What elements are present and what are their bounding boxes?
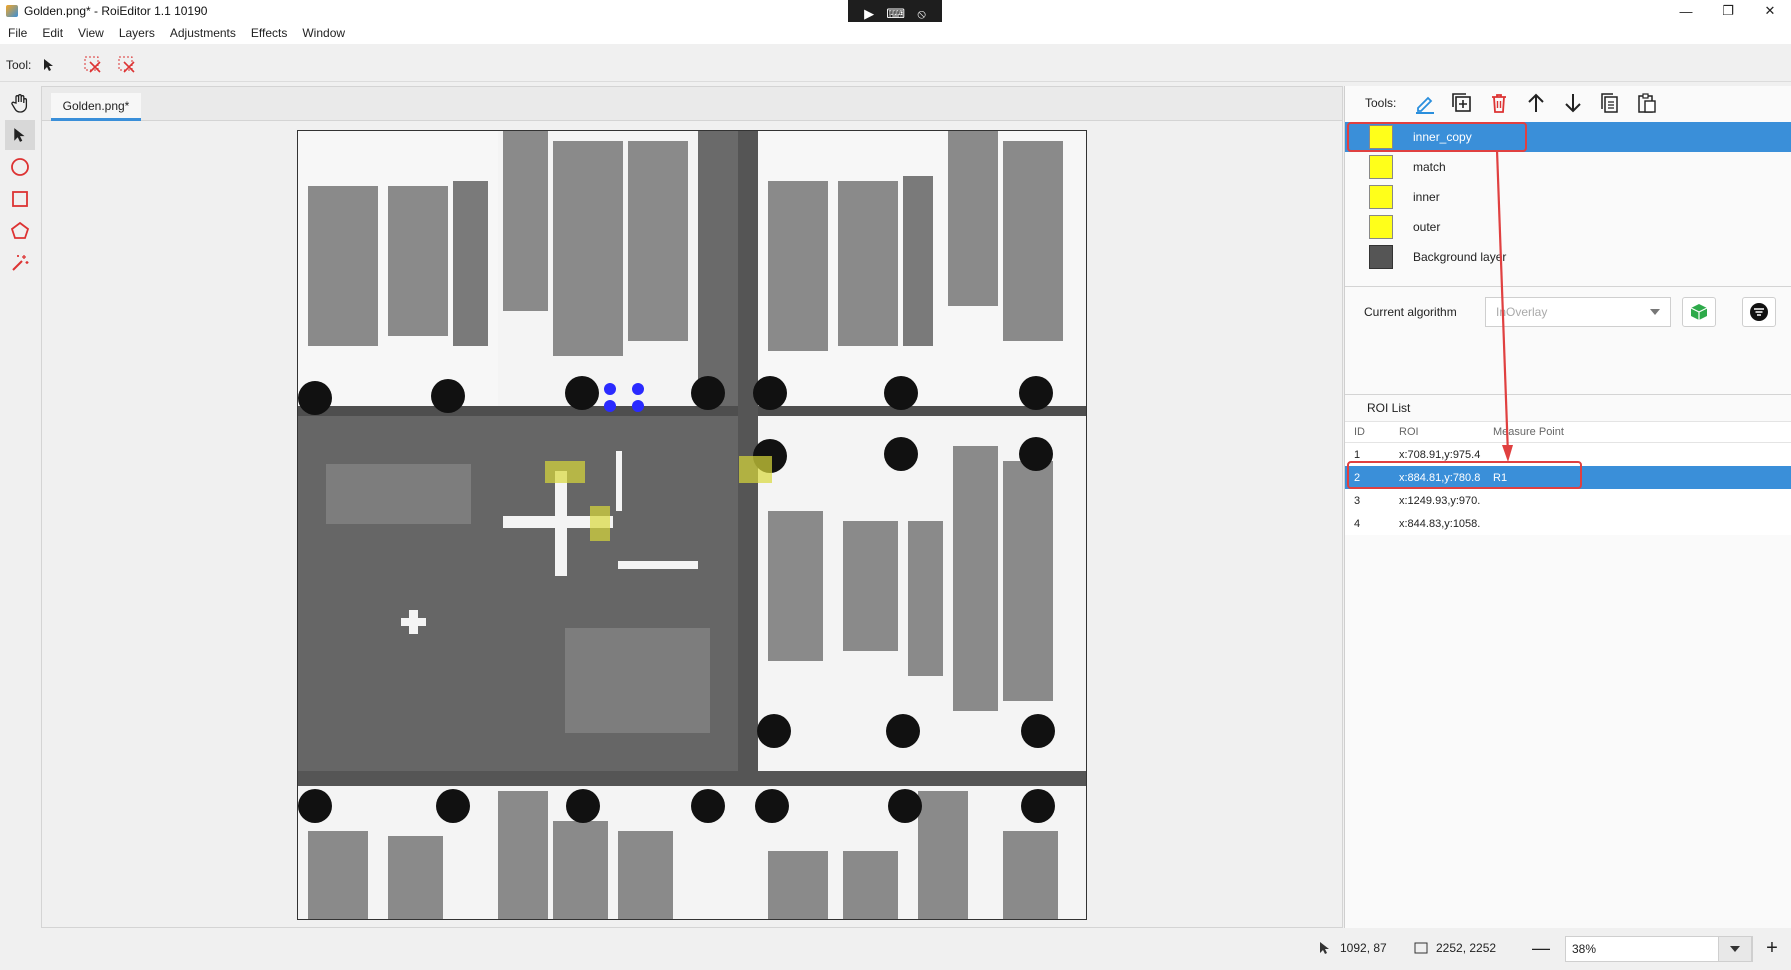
menu-bar: File Edit View Layers Adjustments Effect… [0,22,1791,44]
layer-item-background[interactable]: Background layer [1345,242,1791,272]
col-header-roi[interactable]: ROI [1391,426,1485,438]
pan-tool-icon[interactable] [5,88,35,118]
roi-handle[interactable] [604,400,616,412]
move-down-icon[interactable] [1560,90,1586,116]
top-toolbar: Tool: [0,48,1791,82]
menu-view[interactable]: View [78,26,104,40]
zoom-value: 38% [1572,942,1597,956]
cell-id: 4 [1354,517,1361,530]
table-row[interactable]: 4 x:844.83,y:1058. [1345,512,1791,535]
menu-effects[interactable]: Effects [251,26,287,40]
zoom-dropdown-button[interactable] [1718,936,1752,962]
menu-window[interactable]: Window [302,26,345,40]
edit-pen-icon[interactable] [1412,90,1438,116]
cell-roi: x:1249.93,y:970. [1399,494,1481,507]
roi-handle[interactable] [632,383,644,395]
col-header-id[interactable]: ID [1345,426,1391,438]
cell-id: 3 [1354,494,1361,507]
roi-outer[interactable] [739,456,772,483]
pointer-tool-icon[interactable] [37,53,61,77]
layer-name: match [1413,160,1446,174]
table-row[interactable]: 3 x:1249.93,y:970. [1345,489,1791,512]
layer-item-inner[interactable]: inner [1345,182,1791,212]
run-algorithm-button[interactable] [1682,296,1716,327]
chevron-down-icon [1730,946,1740,952]
layer-item-outer[interactable]: outer [1345,212,1791,242]
left-toolbar [0,86,40,926]
image-size-icon [1414,942,1428,954]
layer-item-match[interactable]: match [1345,152,1791,182]
algorithm-settings-button[interactable] [1742,296,1776,327]
menu-edit[interactable]: Edit [42,26,63,40]
window-title: Golden.png* - RoiEditor 1.1 10190 [24,4,208,18]
close-button[interactable]: ✕ [1749,0,1791,22]
menu-adjustments[interactable]: Adjustments [170,26,236,40]
keyboard-icon[interactable]: ⌨ [886,6,905,22]
zoom-in-button[interactable]: + [1762,937,1782,959]
highlight-box-layer [1347,122,1527,152]
right-panel: Tools: inner_copy match inner outer Back… [1344,86,1791,928]
cursor-position-value: 1092, 87 [1340,941,1387,955]
tool-label: Tool: [6,57,32,72]
highlight-box-roi-row [1347,461,1582,489]
close-circle-icon[interactable]: ⦸ [917,6,925,22]
tab-strip: Golden.png* [42,87,1342,121]
filter-list-icon [1750,302,1768,321]
layer-color-swatch [1369,155,1393,179]
cell-id: 1 [1354,448,1361,461]
cube-icon [1690,303,1708,320]
cell-roi: x:844.83,y:1058. [1399,517,1481,530]
magic-wand-icon[interactable] [5,248,35,278]
roi-inner[interactable] [590,506,610,541]
delete-layer-icon[interactable] [1486,90,1512,116]
menu-file[interactable]: File [8,26,27,40]
rectangle-tool-icon[interactable] [5,184,35,214]
ellipse-tool-icon[interactable] [5,152,35,182]
image-canvas[interactable] [297,130,1087,920]
layer-name: outer [1413,220,1441,234]
algorithm-value: InOverlay [1496,304,1548,319]
app-icon [6,5,18,17]
layer-tools: Tools: [1345,86,1791,120]
layer-color-swatch [1369,185,1393,209]
layer-name: inner [1413,190,1440,204]
polygon-tool-icon[interactable] [5,216,35,246]
chevron-down-icon [1650,308,1660,315]
cursor-icon [1320,942,1329,954]
paste-icon[interactable] [1634,90,1660,116]
algorithm-select[interactable]: InOverlay [1485,296,1671,327]
layer-color-swatch [1369,215,1393,239]
image-size-value: 2252, 2252 [1436,941,1497,955]
maximize-button[interactable]: ❐ [1707,0,1749,22]
cursor-position: 1092, 87 [1318,941,1387,955]
minimize-button[interactable]: — [1665,0,1707,22]
roi-match[interactable] [545,461,585,483]
roi-handle[interactable] [604,383,616,395]
current-algorithm-label: Current algorithm [1364,304,1457,319]
move-up-icon[interactable] [1523,90,1549,116]
zoom-out-button[interactable]: — [1531,938,1551,958]
clear-selection-icon[interactable] [81,53,105,77]
wafer-image [298,131,1086,919]
image-size: 2252, 2252 [1414,941,1496,955]
roi-table-header: ID ROI Measure Point [1345,421,1791,443]
status-bar: 1092, 87 2252, 2252 — 38% + [0,928,1791,970]
play-icon[interactable]: ▶ [864,6,874,22]
background-thumbnail-icon [1369,245,1393,269]
add-layer-icon[interactable] [1449,90,1475,116]
col-header-measure-point[interactable]: Measure Point [1485,426,1785,438]
cell-roi: x:708.91,y:975.4 [1399,448,1481,461]
tab-golden[interactable]: Golden.png* [51,93,141,121]
delete-selection-icon[interactable] [115,53,139,77]
copy-icon[interactable] [1597,90,1623,116]
algorithm-row: Current algorithm InOverlay [1345,286,1791,336]
select-tool-icon[interactable] [5,120,35,150]
roi-handle[interactable] [632,400,644,412]
window-controls: — ❐ ✕ [1665,0,1791,22]
menu-layers[interactable]: Layers [119,26,155,40]
layer-name: Background layer [1413,250,1507,264]
document-area: Golden.png* [41,86,1343,928]
roi-list-title: ROI List [1367,401,1411,415]
tools-label: Tools: [1365,96,1397,110]
